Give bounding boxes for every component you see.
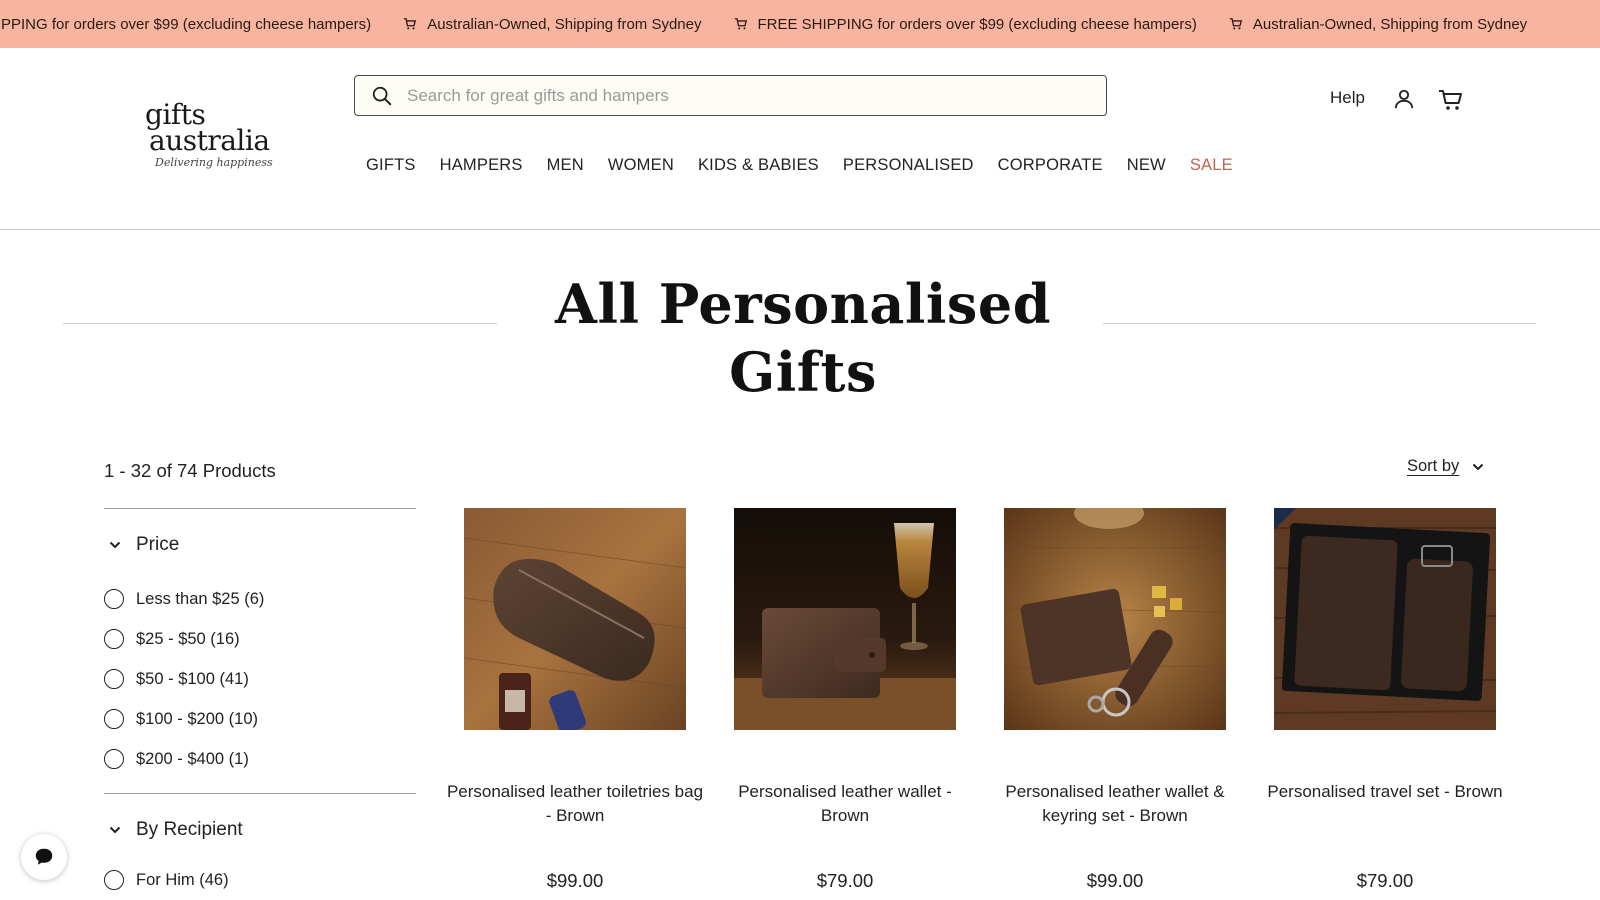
announcement-bar: HIPPING for orders over $99 (excluding c… xyxy=(0,0,1600,48)
price-option-label: $100 - $200 (10) xyxy=(136,709,259,728)
filter-sidebar: Price Less than $25 (6) $25 - $50 (16) $… xyxy=(104,508,416,900)
announcement-message: FREE SHIPPING for orders over $99 (exclu… xyxy=(702,16,1197,33)
product-image[interactable] xyxy=(734,508,956,730)
chat-bubble-icon xyxy=(35,848,53,865)
product-price: $99.00 xyxy=(546,870,604,891)
announcement-message: Australian-Owned, Shipping from Sydney xyxy=(1197,16,1527,33)
nav-item-new[interactable]: NEW xyxy=(1127,156,1166,175)
chevron-down-icon xyxy=(109,541,121,549)
radio-button[interactable] xyxy=(104,589,124,609)
price-option-label: Less than $25 (6) xyxy=(136,589,265,608)
chevron-down-icon[interactable] xyxy=(1471,460,1485,474)
wallet-keyring-image xyxy=(1004,508,1226,730)
product-name[interactable]: Personalised leather wallet - Brown xyxy=(714,780,976,828)
radio-button[interactable] xyxy=(104,870,124,890)
announcement-text: Australian-Owned, Shipping from Sydney xyxy=(1252,15,1528,33)
price-option-label: $25 - $50 (16) xyxy=(136,629,240,648)
cart-icon xyxy=(734,18,747,30)
site-header: gifts australia Delivering happiness Hel… xyxy=(0,48,1600,230)
recipient-filter-toggle[interactable]: By Recipient xyxy=(104,794,416,866)
product-image[interactable] xyxy=(1004,508,1226,730)
page-title: All Personalised Gifts xyxy=(555,272,1051,404)
logo-line2: australia xyxy=(149,124,270,157)
price-option-label: $50 - $100 (41) xyxy=(136,669,249,688)
product-image[interactable] xyxy=(1274,508,1496,730)
product-price: $79.00 xyxy=(1356,870,1414,891)
announcement-message: Australian-Owned, Shipping from Sydney xyxy=(371,15,702,33)
search-input[interactable] xyxy=(407,85,1047,106)
product-price: $79.00 xyxy=(816,870,874,891)
product-name[interactable]: Personalised leather wallet & keyring se… xyxy=(984,780,1246,828)
product-count: 1 - 32 of 74 Products xyxy=(104,460,276,481)
nav-item-personalised[interactable]: PERSONALISED xyxy=(843,156,974,175)
search-icon[interactable] xyxy=(371,85,393,107)
nav-item-corporate[interactable]: CORPORATE xyxy=(998,156,1103,175)
title-divider-right xyxy=(1103,323,1536,324)
product-card[interactable]: Personalised travel set - Brown $79.00 xyxy=(1267,508,1503,891)
nav-item-kids-babies[interactable]: KIDS & BABIES xyxy=(698,156,819,175)
nav-item-hampers[interactable]: HAMPERS xyxy=(440,156,523,175)
announcement-text: HIPPING for orders over $99 (excluding c… xyxy=(0,15,372,33)
toiletries-bag-image xyxy=(464,508,686,730)
cart-icon xyxy=(1229,18,1242,30)
recipient-option-label: For Him (46) xyxy=(136,870,229,889)
nav-item-sale[interactable]: SALE xyxy=(1190,156,1233,175)
product-card[interactable]: Personalised leather toiletries bag - Br… xyxy=(447,508,703,891)
wallet-image xyxy=(734,508,956,730)
main-nav: GIFTS HAMPERS MEN WOMEN KIDS & BABIES PE… xyxy=(366,156,1257,175)
product-name[interactable]: Personalised leather toiletries bag - Br… xyxy=(444,780,706,828)
product-card[interactable]: Personalised leather wallet - Brown $79.… xyxy=(734,508,956,891)
radio-button[interactable] xyxy=(104,749,124,769)
account-icon[interactable] xyxy=(1393,88,1415,110)
recipient-filter-title: By Recipient xyxy=(136,819,243,840)
announcement-track: HIPPING for orders over $99 (excluding c… xyxy=(0,0,1527,48)
product-card[interactable]: Personalised leather wallet & keyring se… xyxy=(1004,508,1226,891)
price-option[interactable]: $25 - $50 (16) xyxy=(104,619,416,659)
nav-item-men[interactable]: MEN xyxy=(547,156,584,175)
cart-icon xyxy=(404,18,417,30)
price-option[interactable]: $200 - $400 (1) xyxy=(104,739,416,779)
site-logo[interactable]: gifts australia Delivering happiness xyxy=(145,101,290,172)
recipient-filter: By Recipient For Him (46) xyxy=(104,794,416,900)
announcement-text: FREE SHIPPING for orders over $99 (exclu… xyxy=(757,15,1197,33)
radio-button[interactable] xyxy=(104,709,124,729)
search-bar[interactable] xyxy=(354,75,1107,116)
title-divider-left xyxy=(63,323,497,324)
sort-dropdown[interactable]: Sort by xyxy=(1407,457,1485,476)
price-option[interactable]: $100 - $200 (10) xyxy=(104,699,416,739)
product-image[interactable] xyxy=(464,508,686,730)
chevron-down-icon xyxy=(109,826,121,834)
chat-button[interactable] xyxy=(21,834,67,880)
page-title-section: All Personalised Gifts xyxy=(63,270,1536,404)
radio-button[interactable] xyxy=(104,629,124,649)
price-filter-toggle[interactable]: Price xyxy=(104,509,416,581)
nav-item-women[interactable]: WOMEN xyxy=(608,156,674,175)
price-option[interactable]: $50 - $100 (41) xyxy=(104,659,416,699)
cart-icon[interactable] xyxy=(1438,88,1464,112)
nav-item-gifts[interactable]: GIFTS xyxy=(366,156,416,175)
price-filter: Price Less than $25 (6) $25 - $50 (16) $… xyxy=(104,509,416,793)
recipient-option[interactable]: For Him (46) xyxy=(104,860,416,900)
product-price: $99.00 xyxy=(1086,870,1144,891)
price-option-label: $200 - $400 (1) xyxy=(136,749,249,768)
radio-button[interactable] xyxy=(104,669,124,689)
price-filter-title: Price xyxy=(136,534,180,555)
announcement-message: HIPPING for orders over $99 (excluding c… xyxy=(0,16,371,33)
help-link[interactable]: Help xyxy=(1330,88,1365,108)
announcement-text: Australian-Owned, Shipping from Sydney xyxy=(427,15,702,33)
travel-set-image xyxy=(1274,508,1496,730)
product-name[interactable]: Personalised travel set - Brown xyxy=(1254,780,1516,804)
price-option[interactable]: Less than $25 (6) xyxy=(104,579,416,619)
sort-label[interactable]: Sort by xyxy=(1407,457,1459,476)
logo-tagline: Delivering happiness xyxy=(155,156,273,169)
